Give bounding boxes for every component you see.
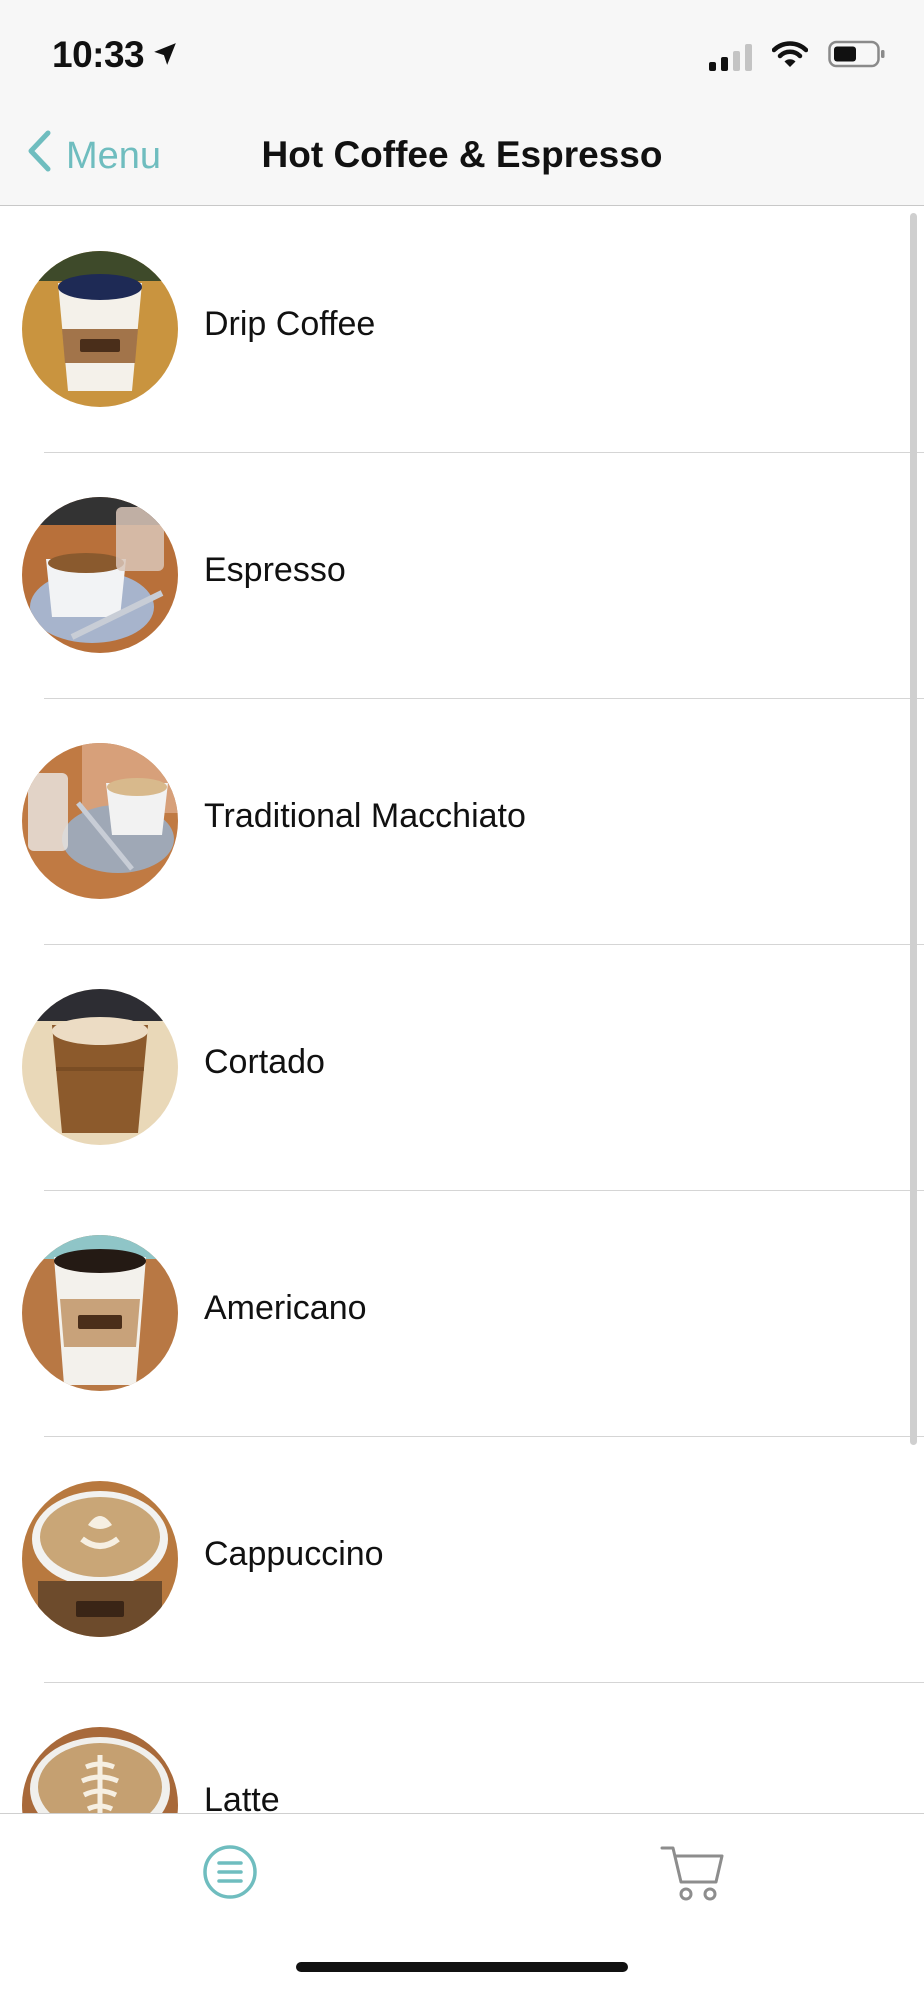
cellular-signal-icon	[709, 43, 752, 71]
scrollbar[interactable]	[910, 213, 917, 1445]
item-label: Cappuccino	[204, 1535, 384, 1573]
home-indicator[interactable]	[296, 1962, 628, 1972]
battery-icon	[828, 40, 886, 73]
item-label: Drip Coffee	[204, 305, 376, 343]
list-item[interactable]: Cappuccino	[0, 1437, 924, 1683]
status-time: 10:33	[52, 34, 178, 76]
item-label: Americano	[204, 1289, 367, 1327]
item-label: Espresso	[204, 551, 346, 589]
menu-list-icon	[202, 1845, 258, 1904]
cart-icon	[660, 1846, 724, 1906]
item-label: Cortado	[204, 1043, 325, 1081]
macchiato-photo	[22, 743, 178, 899]
cortado-photo	[22, 989, 178, 1145]
list-item[interactable]: Latte	[0, 1683, 924, 1813]
menu-item-list[interactable]: Drip Coffee Espresso Traditional Macchia…	[0, 207, 924, 1813]
cappuccino-photo	[22, 1481, 178, 1637]
status-time-text: 10:33	[52, 34, 145, 75]
americano-photo	[22, 1235, 178, 1391]
list-item[interactable]: Traditional Macchiato	[0, 699, 924, 945]
list-item[interactable]: Drip Coffee	[0, 207, 924, 453]
top-bar: 10:33 Menu Hot Coffee & Espresso	[0, 0, 924, 206]
page-title: Hot Coffee & Espresso	[261, 134, 663, 175]
list-item[interactable]: Cortado	[0, 945, 924, 1191]
tab-cart[interactable]	[660, 1842, 724, 1902]
tab-menu[interactable]	[202, 1844, 258, 1900]
item-label: Latte	[204, 1781, 280, 1813]
espresso-photo	[22, 497, 178, 653]
location-arrow-icon	[152, 34, 178, 76]
drip-coffee-photo	[22, 251, 178, 407]
item-label: Traditional Macchiato	[204, 797, 526, 835]
latte-photo	[22, 1727, 178, 1813]
wifi-icon	[771, 40, 809, 73]
list-item[interactable]: Espresso	[0, 453, 924, 699]
status-icons	[709, 40, 886, 73]
list-item[interactable]: Americano	[0, 1191, 924, 1437]
